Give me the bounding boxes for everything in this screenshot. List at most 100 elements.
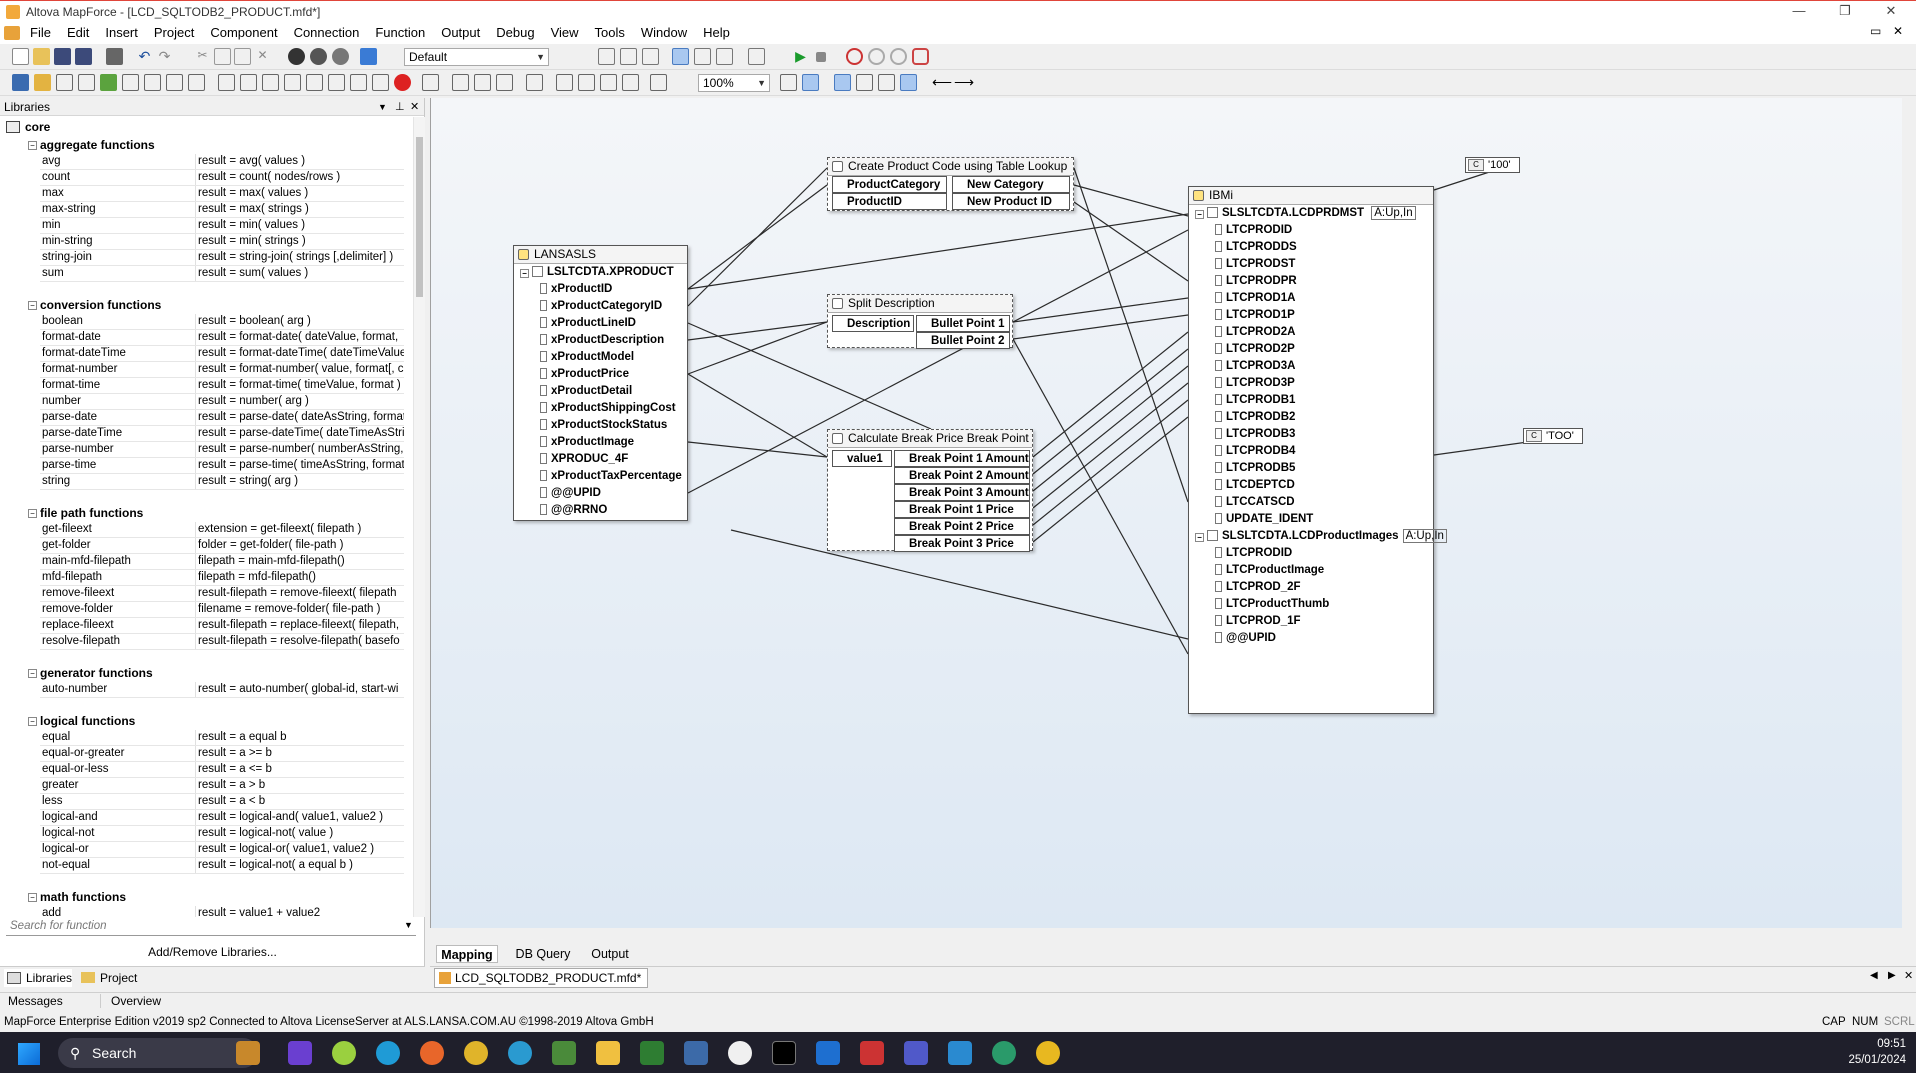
show-types-icon[interactable] (856, 74, 873, 91)
insert-exception-icon[interactable] (394, 74, 411, 91)
copilot-icon[interactable] (288, 1041, 312, 1065)
library-function-row[interactable]: parse-time result = parse-time( timeAsStr… (40, 458, 404, 474)
tab-libraries[interactable]: Libraries (4, 969, 72, 987)
target-component-ibmi[interactable]: IBMi − SLSLTCDTA.LCDPRDMST A:Up,In LTCPRO… (1188, 186, 1447, 714)
edge-icon[interactable] (508, 1041, 532, 1065)
target-field[interactable]: LTCPROD_2F (1215, 579, 1301, 596)
insert-database-icon[interactable] (34, 74, 51, 91)
paste-icon[interactable] (234, 48, 251, 65)
firefox-icon[interactable] (420, 1041, 444, 1065)
xslt2-icon[interactable] (620, 48, 637, 65)
menu-file[interactable]: File (22, 22, 59, 44)
function-settings-icon[interactable] (422, 74, 439, 91)
category-collapse-icon[interactable]: − (28, 669, 37, 678)
source-field[interactable]: xProductStockStatus (540, 417, 667, 434)
library-function-row[interactable]: string result = string( arg ) (40, 474, 404, 490)
output-bullet-point-1[interactable]: Bullet Point 1 (916, 315, 1010, 332)
norton-icon[interactable] (1036, 1041, 1060, 1065)
menu-component[interactable]: Component (202, 22, 285, 44)
undo-icon[interactable]: ↶ (136, 48, 153, 65)
file-explorer-icon[interactable] (596, 1041, 620, 1065)
target-field[interactable]: LTCPROD3P (1215, 375, 1295, 392)
library-function-row[interactable]: parse-dateTime result = parse-dateTime( d… (40, 426, 404, 442)
insert-ifelse-icon[interactable] (350, 74, 367, 91)
forward-icon[interactable]: ⟶ (954, 74, 974, 91)
library-function-row[interactable]: logical-or result = logical-or( value1, v… (40, 842, 404, 858)
break-output[interactable]: Break Point 2 Amount (894, 467, 1030, 484)
library-function-row[interactable]: main-mfd-filepath filepath = main-mfd-fil… (40, 554, 404, 570)
target-field[interactable]: LTCPROD1P (1215, 307, 1295, 324)
insert-json-icon[interactable] (144, 74, 161, 91)
library-function-row[interactable]: max-string result = max( strings ) (40, 202, 404, 218)
find-icon[interactable] (288, 48, 305, 65)
library-category[interactable]: file path functions (40, 506, 143, 520)
constant-100[interactable]: C '100' (1465, 157, 1520, 173)
calendar-icon[interactable] (860, 1041, 884, 1065)
insert-sort-icon[interactable] (262, 74, 279, 91)
library-function-row[interactable]: logical-not result = logical-not( value ) (40, 826, 404, 842)
save-icon[interactable] (54, 48, 71, 65)
align-icon[interactable] (452, 74, 469, 91)
menu-debug[interactable]: Debug (488, 22, 542, 44)
csharp-icon[interactable] (694, 48, 711, 65)
windows-start-icon[interactable] (18, 1043, 40, 1065)
builtin-language-icon[interactable] (672, 48, 689, 65)
library-function-row[interactable]: equal-or-less result = a <= b (40, 762, 404, 778)
align-left-icon[interactable] (474, 74, 491, 91)
library-function-row[interactable]: not-equal result = logical-not( a equal b… (40, 858, 404, 874)
copy-all-icon[interactable] (600, 74, 617, 91)
output-new-product-id[interactable]: New Product ID (952, 193, 1070, 210)
insert-xml-icon[interactable] (12, 74, 29, 91)
db-table-actions-icon[interactable] (526, 74, 543, 91)
debug-icon[interactable] (846, 48, 863, 65)
library-category[interactable]: logical functions (40, 714, 135, 728)
insert-protobuf-icon[interactable] (166, 74, 183, 91)
source-field[interactable]: xProductLineID (540, 315, 636, 332)
target-field[interactable]: @@UPID (1215, 630, 1276, 647)
stop-icon[interactable] (816, 52, 826, 62)
break-output[interactable]: Break Point 3 Price (894, 535, 1030, 552)
tab-overview[interactable]: Overview (100, 994, 161, 1008)
canvas-horizontal-scrollbar[interactable] (430, 928, 1902, 942)
notepad-icon[interactable] (552, 1041, 576, 1065)
show-info-icon[interactable] (900, 74, 917, 91)
insert-document-icon[interactable] (188, 74, 205, 91)
menu-insert[interactable]: Insert (97, 22, 146, 44)
source-field[interactable]: XPRODUC_4F (540, 451, 628, 468)
target-table1-row[interactable]: − SLSLTCDTA.LCDPRDMST A:Up,In (1195, 205, 1416, 222)
add-remove-libraries-button[interactable]: Add/Remove Libraries... (0, 942, 425, 962)
collapse-icon[interactable]: − (520, 269, 529, 278)
library-function-row[interactable]: remove-fileext result-filepath = remove-f… (40, 586, 404, 602)
source-field[interactable]: @@RRNO (540, 502, 607, 519)
menu-connection[interactable]: Connection (286, 22, 368, 44)
input-description[interactable]: Description (832, 315, 914, 332)
library-function-row[interactable]: string-join result = string-join( strings… (40, 250, 404, 266)
library-function-row[interactable]: format-number result = format-number( val… (40, 362, 404, 378)
library-function-row[interactable]: sum result = sum( values ) (40, 266, 404, 282)
insert-filter-icon[interactable] (284, 74, 301, 91)
category-collapse-icon[interactable]: − (28, 141, 37, 150)
zoom-select[interactable]: 100% ▼ (698, 74, 770, 92)
target-field[interactable]: LTCPROD3A (1215, 358, 1295, 375)
skype-icon[interactable] (376, 1041, 400, 1065)
collapse-icon[interactable]: − (1195, 533, 1204, 542)
target-field[interactable]: LTCCATSCD (1215, 494, 1295, 511)
mapping-canvas[interactable]: C '100' C 'TOO' LANSASLS − LSLTCDTA.XPRODUC… (430, 98, 1902, 928)
library-category[interactable]: math functions (40, 890, 126, 904)
tab-db-query[interactable]: DB Query (510, 945, 576, 963)
browser-icon[interactable] (992, 1041, 1016, 1065)
library-function-row[interactable]: format-dateTime result = format-dateTime(… (40, 346, 404, 362)
source-field[interactable]: xProductPrice (540, 366, 629, 383)
terminal-icon[interactable] (772, 1041, 796, 1065)
source-field[interactable]: xProductImage (540, 434, 634, 451)
panel-close-icon[interactable]: ✕ (410, 98, 419, 116)
copy-icon[interactable] (214, 48, 231, 65)
overview-icon[interactable] (780, 74, 797, 91)
source-field[interactable]: xProductShippingCost (540, 400, 676, 417)
source-driven-icon[interactable] (650, 74, 667, 91)
source-field[interactable]: xProductDetail (540, 383, 632, 400)
taskbar-search[interactable]: ⚲ Search (58, 1038, 258, 1068)
open-file-icon[interactable] (33, 48, 50, 65)
maximize-button[interactable]: ❐ (1822, 1, 1868, 23)
library-function-row[interactable]: replace-fileext result-filepath = replace… (40, 618, 404, 634)
